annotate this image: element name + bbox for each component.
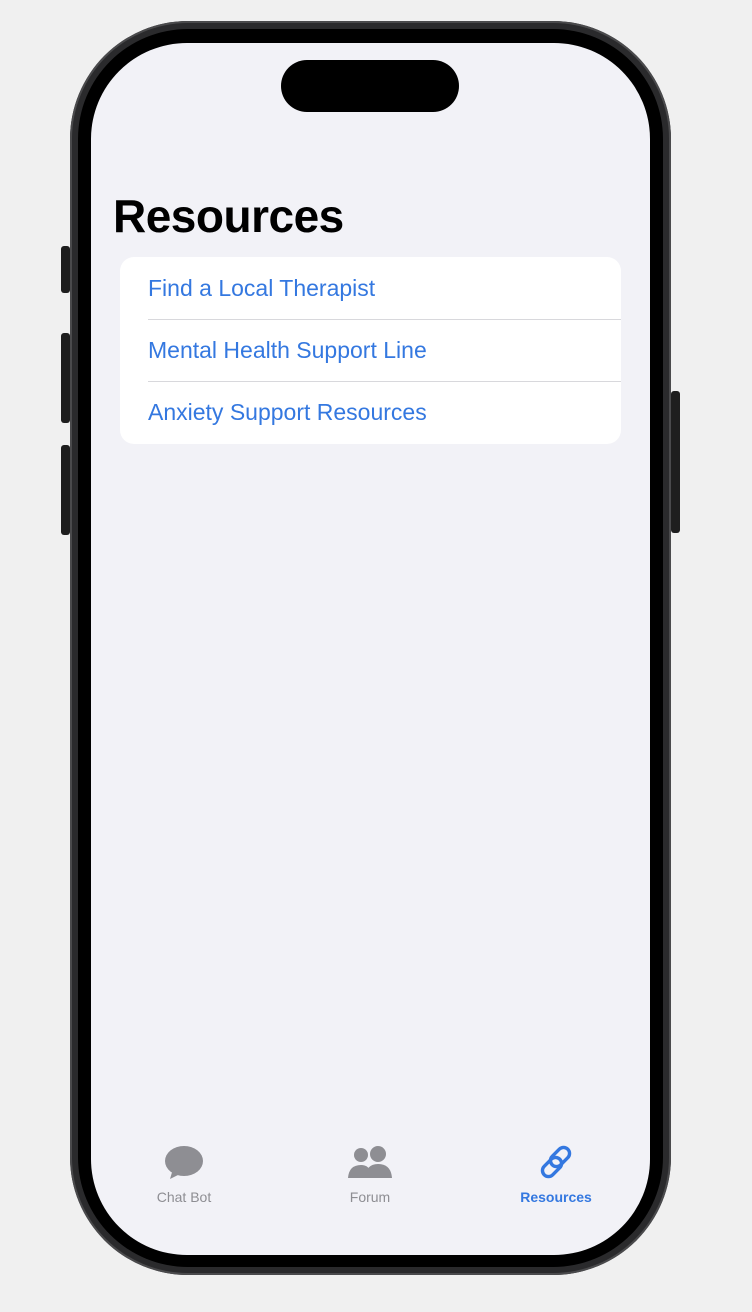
volume-down-button: [61, 445, 70, 535]
action-button: [61, 246, 70, 293]
list-item-support-line[interactable]: Mental Health Support Line: [120, 319, 621, 381]
people-icon: [348, 1146, 392, 1178]
list-item-anxiety-resources[interactable]: Anxiety Support Resources: [120, 381, 621, 443]
page-title: Resources: [113, 190, 344, 242]
link-icon: [540, 1145, 572, 1179]
power-button: [671, 391, 680, 533]
app-screen: Resources Find a Local Therapist Mental …: [91, 43, 650, 1255]
tab-forum[interactable]: Forum: [300, 1143, 440, 1213]
tab-chat-bot[interactable]: Chat Bot: [114, 1143, 254, 1213]
list-item-label: Mental Health Support Line: [148, 336, 427, 363]
device-stage: Resources Find a Local Therapist Mental …: [0, 0, 752, 1312]
tab-label: Forum: [349, 1189, 391, 1205]
dynamic-island: [281, 60, 459, 112]
chat-bubble-icon: [165, 1146, 203, 1179]
tab-bar: Chat Bot Forum Resources: [91, 1143, 650, 1213]
list-item-find-therapist[interactable]: Find a Local Therapist: [120, 257, 621, 319]
list-item-label: Anxiety Support Resources: [148, 398, 427, 425]
tab-resources[interactable]: Resources: [486, 1143, 626, 1213]
tab-label: Resources: [520, 1189, 592, 1205]
volume-up-button: [61, 333, 70, 423]
list-item-label: Find a Local Therapist: [148, 274, 376, 301]
resources-list: Find a Local Therapist Mental Health Sup…: [120, 257, 621, 444]
tab-label: Chat Bot: [156, 1189, 212, 1205]
